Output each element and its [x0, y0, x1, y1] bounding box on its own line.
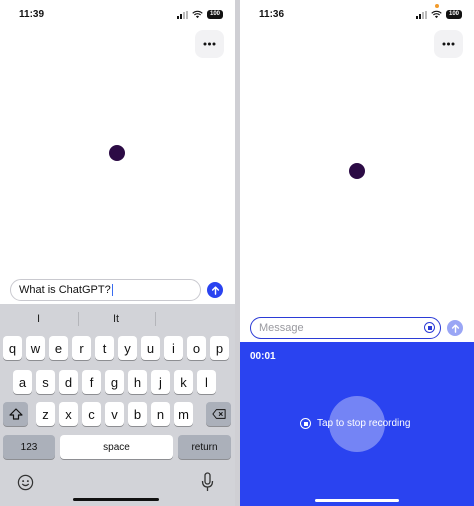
key-j[interactable]: j — [151, 370, 170, 394]
delete-icon — [211, 409, 226, 419]
key-r[interactable]: r — [72, 336, 91, 360]
send-arrow-icon — [451, 323, 459, 333]
key-p[interactable]: p — [210, 336, 229, 360]
status-time: 11:36 — [259, 9, 285, 20]
recording-panel[interactable]: 00:01 Tap to stop recording — [240, 342, 474, 506]
key-z[interactable]: z — [36, 402, 55, 426]
key-c[interactable]: c — [82, 402, 101, 426]
more-icon — [203, 42, 216, 46]
text-caret — [111, 284, 113, 296]
more-options-button[interactable] — [195, 30, 224, 58]
key-a[interactable]: a — [13, 370, 32, 394]
message-placeholder: Message — [259, 322, 304, 334]
voice-orb — [109, 145, 125, 161]
send-button[interactable] — [207, 282, 223, 298]
signal-icon — [415, 10, 427, 19]
status-icons: 100 — [176, 10, 223, 19]
status-icons: 100 — [415, 10, 462, 19]
battery-indicator: 100 — [445, 10, 462, 19]
key-b[interactable]: b — [128, 402, 147, 426]
key-o[interactable]: o — [187, 336, 206, 360]
return-key[interactable]: return — [178, 435, 231, 459]
battery-indicator: 100 — [206, 10, 223, 19]
key-v[interactable]: v — [105, 402, 124, 426]
key-n[interactable]: n — [151, 402, 170, 426]
key-g[interactable]: g — [105, 370, 124, 394]
suggestion-divider — [155, 312, 156, 326]
message-input[interactable]: Message — [250, 317, 441, 339]
suggestion-divider — [78, 312, 79, 326]
suggestion-1[interactable]: I — [37, 313, 40, 325]
voice-orb — [349, 163, 365, 179]
key-i[interactable]: i — [164, 336, 183, 360]
suggestion-2[interactable]: It — [113, 313, 119, 325]
key-y[interactable]: y — [118, 336, 137, 360]
key-m[interactable]: m — [174, 402, 193, 426]
microphone-in-use-indicator — [435, 4, 439, 8]
key-u[interactable]: u — [141, 336, 160, 360]
key-s[interactable]: s — [36, 370, 55, 394]
delete-key[interactable] — [206, 402, 231, 426]
status-bar: 11:36 100 — [240, 0, 474, 30]
key-t[interactable]: t — [95, 336, 114, 360]
key-k[interactable]: k — [174, 370, 193, 394]
mic-icon[interactable] — [201, 472, 214, 492]
stop-icon[interactable] — [424, 322, 435, 333]
key-e[interactable]: e — [49, 336, 68, 360]
left-screen: 11:39 100 What is ChatGPT? I It q w e r … — [0, 0, 235, 506]
emoji-icon[interactable] — [17, 474, 34, 491]
wifi-icon — [431, 10, 442, 19]
numbers-key[interactable]: 123 — [3, 435, 55, 459]
key-x[interactable]: x — [59, 402, 78, 426]
key-l[interactable]: l — [197, 370, 216, 394]
key-w[interactable]: w — [26, 336, 45, 360]
key-h[interactable]: h — [128, 370, 147, 394]
shift-icon — [8, 408, 23, 420]
key-d[interactable]: d — [59, 370, 78, 394]
key-f[interactable]: f — [82, 370, 101, 394]
status-bar: 11:39 100 — [0, 0, 235, 30]
more-options-button[interactable] — [434, 30, 463, 58]
key-q[interactable]: q — [3, 336, 22, 360]
signal-icon — [176, 10, 188, 19]
stop-recording-prompt[interactable]: Tap to stop recording — [300, 418, 410, 429]
space-key[interactable]: space — [60, 435, 173, 459]
more-icon — [442, 42, 455, 46]
stop-icon — [300, 418, 311, 429]
shift-key[interactable] — [3, 402, 28, 426]
message-input-text: What is ChatGPT? — [19, 284, 111, 296]
home-indicator — [73, 498, 159, 501]
message-input[interactable]: What is ChatGPT? — [10, 279, 201, 301]
recording-timer: 00:01 — [250, 351, 276, 362]
send-button[interactable] — [447, 320, 463, 336]
send-arrow-icon — [211, 285, 219, 295]
wifi-icon — [192, 10, 203, 19]
home-indicator — [315, 499, 399, 502]
status-time: 11:39 — [19, 9, 45, 20]
stop-recording-label: Tap to stop recording — [317, 418, 411, 429]
keyboard: I It q w e r t y u i o p a s d f g h j k… — [0, 304, 235, 506]
